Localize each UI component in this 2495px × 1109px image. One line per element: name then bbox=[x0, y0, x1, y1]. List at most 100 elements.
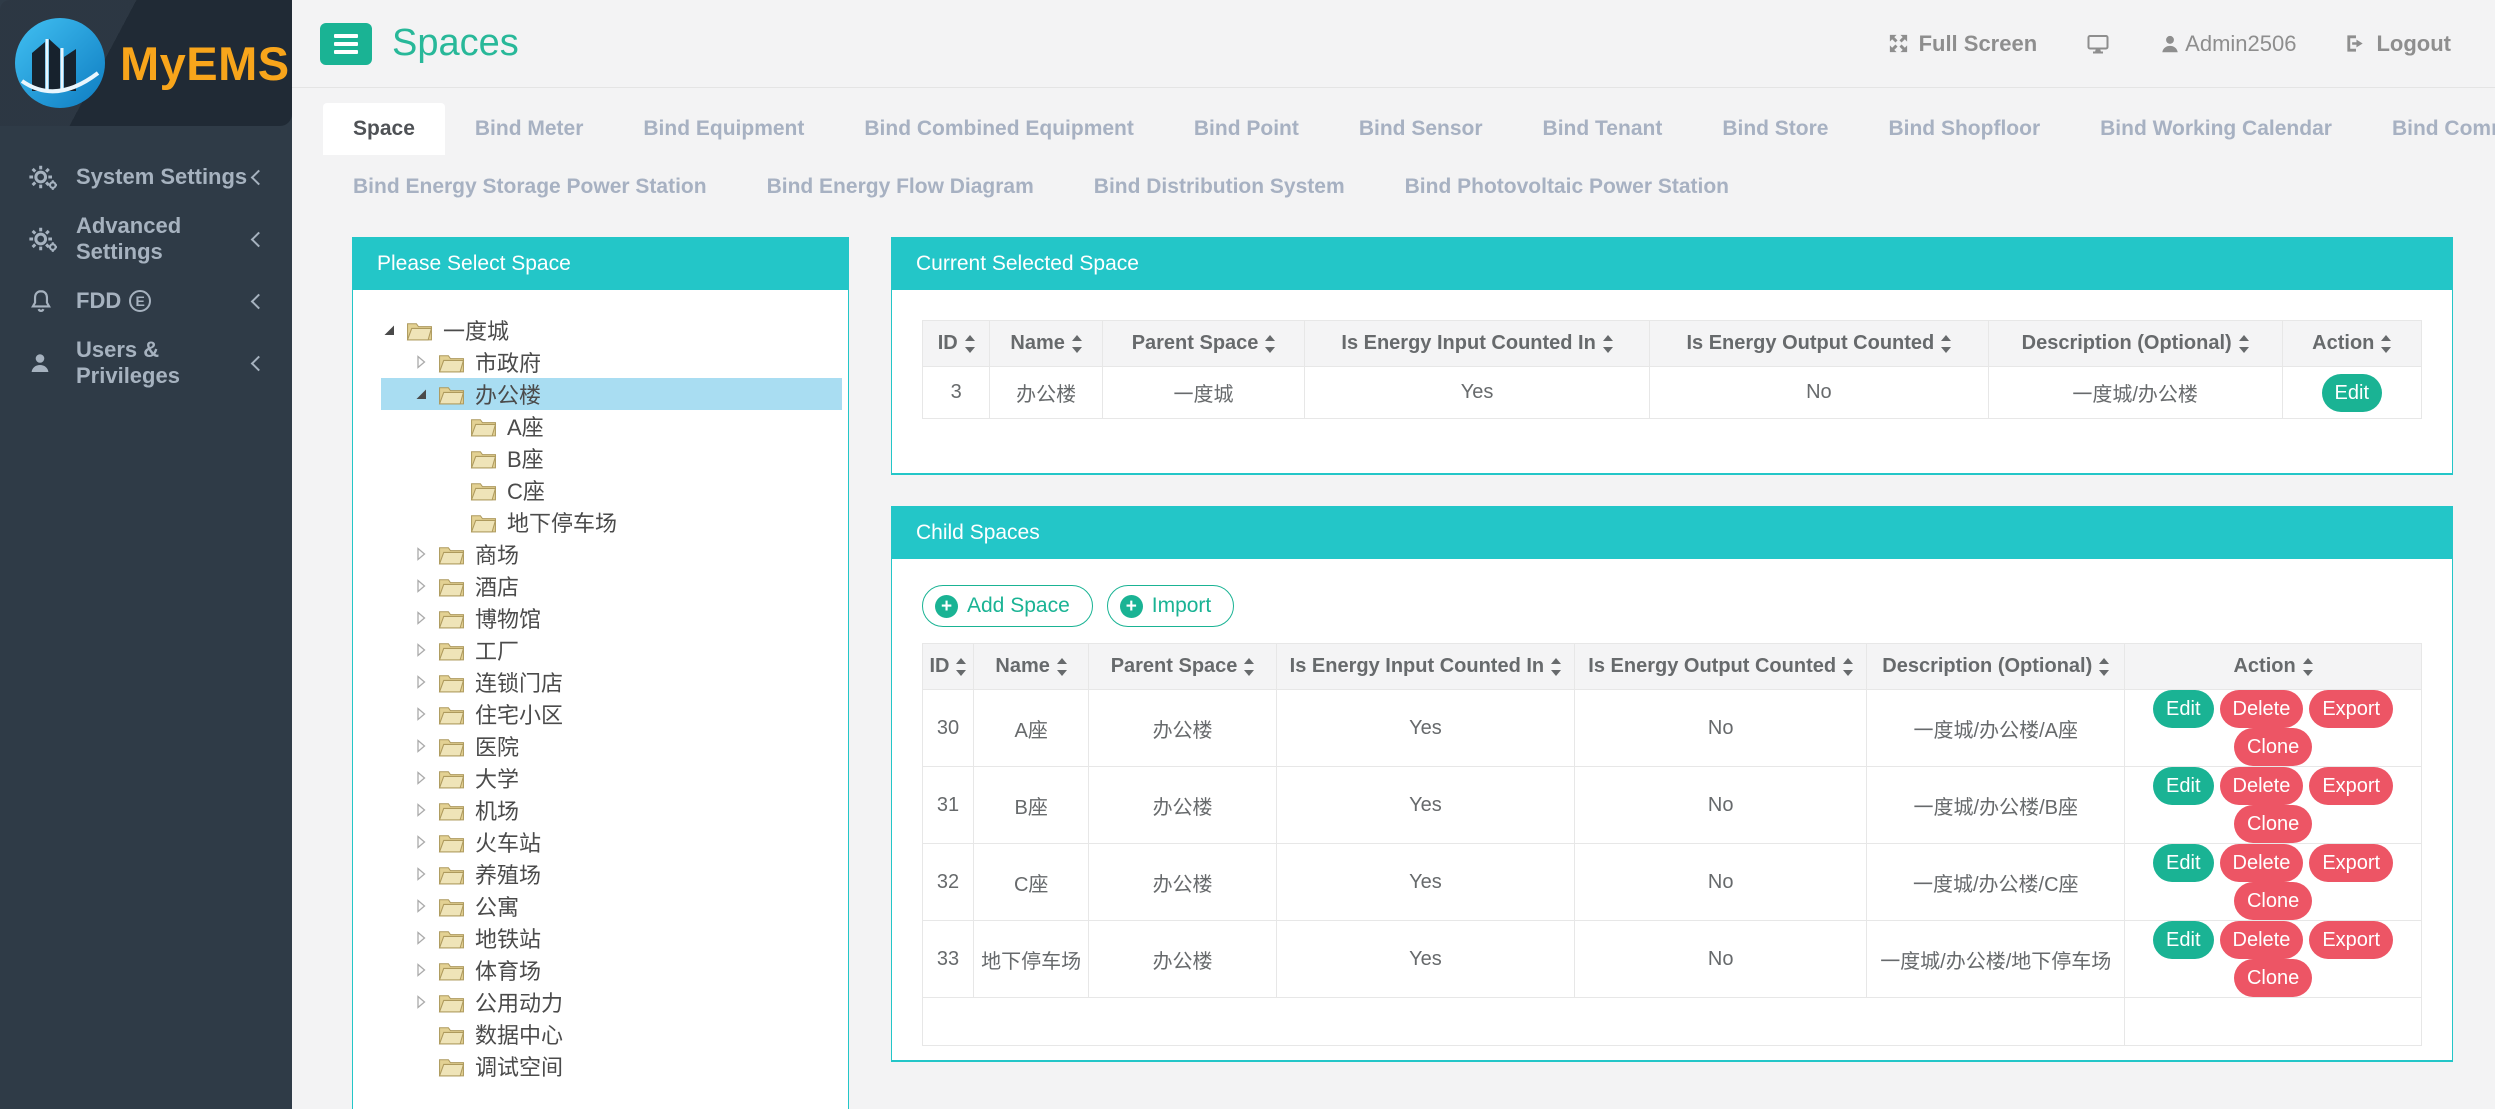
delete-button[interactable]: Delete bbox=[2220, 844, 2304, 882]
column-header-is-energy-input-counted-in[interactable]: Is Energy Input Counted In bbox=[1276, 644, 1574, 690]
tree-node[interactable]: 商场 bbox=[381, 538, 842, 570]
edit-button[interactable]: Edit bbox=[2153, 690, 2213, 728]
clone-button[interactable]: Clone bbox=[2234, 882, 2312, 920]
add-space-button[interactable]: + Add Space bbox=[922, 585, 1093, 627]
column-header-description-optional[interactable]: Description (Optional) bbox=[1867, 644, 2125, 690]
tree-expander-icon[interactable] bbox=[413, 674, 429, 690]
delete-button[interactable]: Delete bbox=[2220, 690, 2304, 728]
clone-button[interactable]: Clone bbox=[2234, 728, 2312, 766]
tree-expander-icon[interactable] bbox=[413, 770, 429, 786]
tree-expander-icon[interactable] bbox=[413, 706, 429, 722]
column-header-parent-space[interactable]: Parent Space bbox=[1102, 321, 1304, 367]
tree-expander-icon[interactable] bbox=[413, 898, 429, 914]
column-header-is-energy-output-counted[interactable]: Is Energy Output Counted bbox=[1650, 321, 1989, 367]
tree-node[interactable]: 公寓 bbox=[381, 890, 842, 922]
tree-node[interactable]: 工厂 bbox=[381, 634, 842, 666]
tree-node[interactable]: 机场 bbox=[381, 794, 842, 826]
delete-button[interactable]: Delete bbox=[2220, 767, 2304, 805]
tree-node[interactable]: 数据中心 bbox=[381, 1018, 842, 1050]
tree-node[interactable]: 地下停车场 bbox=[381, 506, 842, 538]
user-menu[interactable]: Admin2506 bbox=[2159, 31, 2296, 57]
app-logo[interactable]: MyEMS bbox=[0, 0, 292, 126]
edit-button[interactable]: Edit bbox=[2153, 767, 2213, 805]
tab-bind-command[interactable]: Bind CommandE bbox=[2362, 103, 2495, 155]
logout-button[interactable]: Logout bbox=[2344, 31, 2451, 57]
tree-node[interactable]: 公用动力 bbox=[381, 986, 842, 1018]
tree-node[interactable]: 连锁门店 bbox=[381, 666, 842, 698]
tree-node[interactable]: 办公楼 bbox=[381, 378, 842, 410]
sidebar-item-system-settings[interactable]: System Settings bbox=[0, 146, 292, 208]
tree-node[interactable]: 大学 bbox=[381, 762, 842, 794]
tree-node[interactable]: 市政府 bbox=[381, 346, 842, 378]
tree-expander-icon[interactable] bbox=[413, 866, 429, 882]
tab-bind-store[interactable]: Bind Store bbox=[1692, 103, 1858, 155]
tree-node[interactable]: 调试空间 bbox=[381, 1050, 842, 1082]
sidebar-item-advanced-settings[interactable]: Advanced Settings bbox=[0, 208, 292, 270]
tab-bind-equipment[interactable]: Bind Equipment bbox=[613, 103, 834, 155]
tree-expander-icon[interactable] bbox=[413, 546, 429, 562]
tab-space[interactable]: Space bbox=[323, 103, 445, 155]
export-button[interactable]: Export bbox=[2309, 690, 2393, 728]
sidebar-item-fdd[interactable]: FDDE bbox=[0, 270, 292, 332]
tree-node[interactable]: C座 bbox=[381, 474, 842, 506]
tree-expander-icon[interactable] bbox=[413, 578, 429, 594]
export-button[interactable]: Export bbox=[2309, 921, 2393, 959]
monitor-button[interactable] bbox=[2085, 32, 2111, 56]
tree-expander-icon[interactable] bbox=[413, 802, 429, 818]
tree-node[interactable]: 医院 bbox=[381, 730, 842, 762]
tab-bind-energy-storage-power-station[interactable]: Bind Energy Storage Power Station bbox=[323, 163, 737, 211]
edit-button[interactable]: Edit bbox=[2322, 374, 2382, 412]
tree-node[interactable]: 体育场 bbox=[381, 954, 842, 986]
column-header-id[interactable]: ID bbox=[923, 321, 990, 367]
tree-node[interactable]: 一度城 bbox=[381, 314, 842, 346]
tree-node[interactable]: 地铁站 bbox=[381, 922, 842, 954]
tab-bind-distribution-system[interactable]: Bind Distribution System bbox=[1064, 163, 1375, 211]
tab-bind-shopfloor[interactable]: Bind Shopfloor bbox=[1858, 103, 2070, 155]
import-button[interactable]: + Import bbox=[1107, 585, 1235, 627]
tree-expander-icon[interactable] bbox=[413, 930, 429, 946]
tree-expander-icon[interactable] bbox=[413, 962, 429, 978]
tab-bind-working-calendar[interactable]: Bind Working Calendar bbox=[2070, 103, 2362, 155]
export-button[interactable]: Export bbox=[2309, 767, 2393, 805]
tab-bind-point[interactable]: Bind Point bbox=[1164, 103, 1329, 155]
fullscreen-button[interactable]: Full Screen bbox=[1887, 31, 2038, 57]
column-header-name[interactable]: Name bbox=[973, 644, 1088, 690]
edit-button[interactable]: Edit bbox=[2153, 921, 2213, 959]
tab-bind-energy-flow-diagram[interactable]: Bind Energy Flow Diagram bbox=[737, 163, 1064, 211]
tab-bind-combined-equipment[interactable]: Bind Combined Equipment bbox=[834, 103, 1163, 155]
column-header-name[interactable]: Name bbox=[990, 321, 1102, 367]
column-header-id[interactable]: ID bbox=[923, 644, 974, 690]
tree-expander-icon[interactable] bbox=[413, 354, 429, 370]
tree-node[interactable]: B座 bbox=[381, 442, 842, 474]
tree-node[interactable]: 住宅小区 bbox=[381, 698, 842, 730]
edit-button[interactable]: Edit bbox=[2153, 844, 2213, 882]
column-header-description-optional[interactable]: Description (Optional) bbox=[1988, 321, 2282, 367]
sidebar-toggle-button[interactable] bbox=[320, 23, 372, 65]
tab-bind-meter[interactable]: Bind Meter bbox=[445, 103, 614, 155]
tree-expander-icon[interactable] bbox=[381, 322, 397, 338]
export-button[interactable]: Export bbox=[2309, 844, 2393, 882]
tab-bind-sensor[interactable]: Bind Sensor bbox=[1329, 103, 1513, 155]
clone-button[interactable]: Clone bbox=[2234, 959, 2312, 997]
sidebar-item-users-privileges[interactable]: Users & Privileges bbox=[0, 332, 292, 394]
column-header-is-energy-input-counted-in[interactable]: Is Energy Input Counted In bbox=[1305, 321, 1650, 367]
tree-node[interactable]: 酒店 bbox=[381, 570, 842, 602]
tree-expander-icon[interactable] bbox=[413, 994, 429, 1010]
column-header-action[interactable]: Action bbox=[2125, 644, 2422, 690]
column-header-action[interactable]: Action bbox=[2282, 321, 2421, 367]
tree-expander-icon[interactable] bbox=[413, 738, 429, 754]
column-header-parent-space[interactable]: Parent Space bbox=[1089, 644, 1276, 690]
tree-node[interactable]: A座 bbox=[381, 410, 842, 442]
tree-node[interactable]: 博物馆 bbox=[381, 602, 842, 634]
tree-node[interactable]: 养殖场 bbox=[381, 858, 842, 890]
tab-bind-photovoltaic-power-station[interactable]: Bind Photovoltaic Power Station bbox=[1375, 163, 1759, 211]
delete-button[interactable]: Delete bbox=[2220, 921, 2304, 959]
tree-expander-icon[interactable] bbox=[413, 834, 429, 850]
clone-button[interactable]: Clone bbox=[2234, 805, 2312, 843]
tree-expander-icon[interactable] bbox=[413, 386, 429, 402]
tree-expander-icon[interactable] bbox=[413, 610, 429, 626]
column-header-is-energy-output-counted[interactable]: Is Energy Output Counted bbox=[1575, 644, 1867, 690]
tree-expander-icon[interactable] bbox=[413, 642, 429, 658]
tab-bind-tenant[interactable]: Bind Tenant bbox=[1513, 103, 1693, 155]
tree-node[interactable]: 火车站 bbox=[381, 826, 842, 858]
